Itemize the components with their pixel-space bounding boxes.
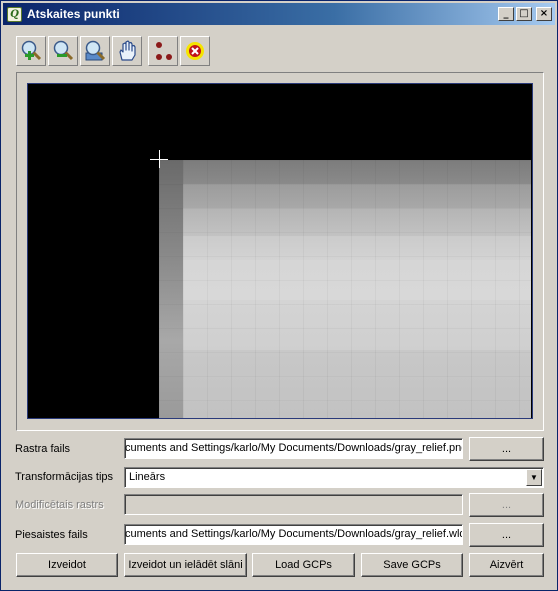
world-file-field[interactable]: cuments and Settings/karlo/My Documents/…: [124, 524, 463, 545]
pan-button[interactable]: [112, 36, 142, 66]
transform-type-value: Lineārs: [129, 471, 166, 483]
transform-type-select[interactable]: Lineārs ▼: [124, 467, 544, 488]
georeferencer-window: Q Atskaites punkti _ □ × Rastra fails cu…: [0, 0, 558, 591]
raster-pixel-grid: [159, 160, 531, 418]
world-file-browse-button[interactable]: ...: [469, 523, 544, 547]
create-button[interactable]: Izveidot: [16, 553, 118, 577]
delete-point-icon: [186, 42, 204, 60]
pan-icon: [119, 40, 136, 61]
raster-browse-button[interactable]: ...: [469, 437, 544, 461]
modified-raster-label: Modificētais rastrs: [15, 499, 104, 511]
crosshair-vertical: [159, 150, 160, 168]
zoom-out-icon: [53, 40, 74, 61]
close-window-button[interactable]: ×: [536, 7, 552, 21]
chevron-down-icon[interactable]: ▼: [526, 469, 542, 486]
delete-point-button[interactable]: [180, 36, 210, 66]
raster-layer: [159, 160, 531, 418]
modified-raster-field[interactable]: [124, 494, 463, 515]
load-gcps-button[interactable]: Load GCPs: [252, 553, 355, 577]
add-point-button[interactable]: [148, 36, 178, 66]
zoom-in-icon: [21, 40, 42, 61]
raster-file-label: Rastra fails: [15, 443, 71, 455]
maximize-button[interactable]: □: [516, 7, 532, 21]
zoom-to-layer-button[interactable]: [80, 36, 110, 66]
transform-type-label: Transformācijas tips: [15, 471, 114, 483]
modified-raster-browse-button[interactable]: ...: [469, 493, 544, 517]
close-button[interactable]: Aizvērt: [469, 553, 544, 577]
map-toolbar: [16, 36, 212, 66]
window-title: Atskaites punkti: [27, 7, 120, 21]
create-and-load-layer-button[interactable]: Izveidot un ielādēt slāni: [124, 553, 247, 577]
qgis-app-icon: Q: [7, 6, 22, 22]
zoom-in-button[interactable]: [16, 36, 46, 66]
title-bar[interactable]: Q Atskaites punkti _ □ ×: [3, 3, 555, 25]
save-gcps-button[interactable]: Save GCPs: [361, 553, 463, 577]
world-file-label: Piesaistes fails: [15, 529, 88, 541]
zoom-out-button[interactable]: [48, 36, 78, 66]
minimize-button[interactable]: _: [498, 7, 514, 21]
map-canvas[interactable]: [27, 83, 533, 419]
zoom-to-layer-icon: [85, 40, 106, 61]
add-point-icon: [156, 42, 172, 60]
map-canvas-frame: [16, 72, 544, 431]
raster-file-field[interactable]: cuments and Settings/karlo/My Documents/…: [124, 438, 463, 459]
